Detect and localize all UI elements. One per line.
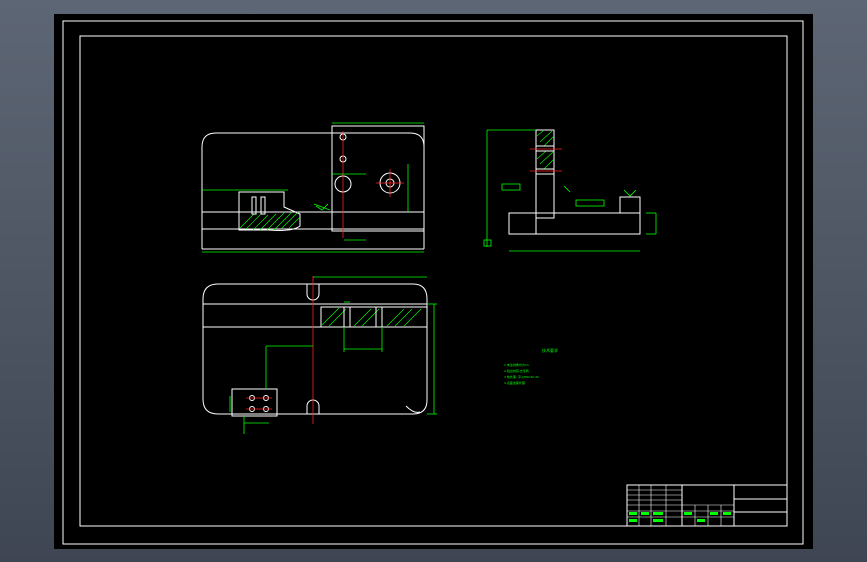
drawing-sheet: 技术要求 1.未注倒角均为C1. 2.锐边倒钝,去毛刺. 3.热处理: 淬火HR… <box>54 14 813 549</box>
inner-frame <box>79 35 788 527</box>
drawing-canvas: 技术要求 1.未注倒角均为C1. 2.锐边倒钝,去毛刺. 3.热处理: 淬火HR… <box>62 20 804 545</box>
cad-viewport[interactable]: 技术要求 1.未注倒角均为C1. 2.锐边倒钝,去毛刺. 3.热处理: 淬火HR… <box>0 0 867 562</box>
title-block <box>626 484 788 527</box>
notes-title: 技术要求 <box>542 347 558 353</box>
front-view <box>201 122 425 253</box>
top-view <box>202 276 437 434</box>
side-view <box>483 129 657 252</box>
notes-line-1: 1.未注倒角均为C1. <box>504 362 530 367</box>
notes-line-4: 4.表面发黑处理. <box>504 380 526 385</box>
notes-line-2: 2.锐边倒钝,去毛刺. <box>504 368 530 373</box>
technical-notes: 技术要求 1.未注倒角均为C1. 2.锐边倒钝,去毛刺. 3.热处理: 淬火HR… <box>504 347 558 385</box>
notes-line-3: 3.热处理: 淬火HRC40-45. <box>504 374 540 379</box>
outer-frame <box>62 20 804 545</box>
